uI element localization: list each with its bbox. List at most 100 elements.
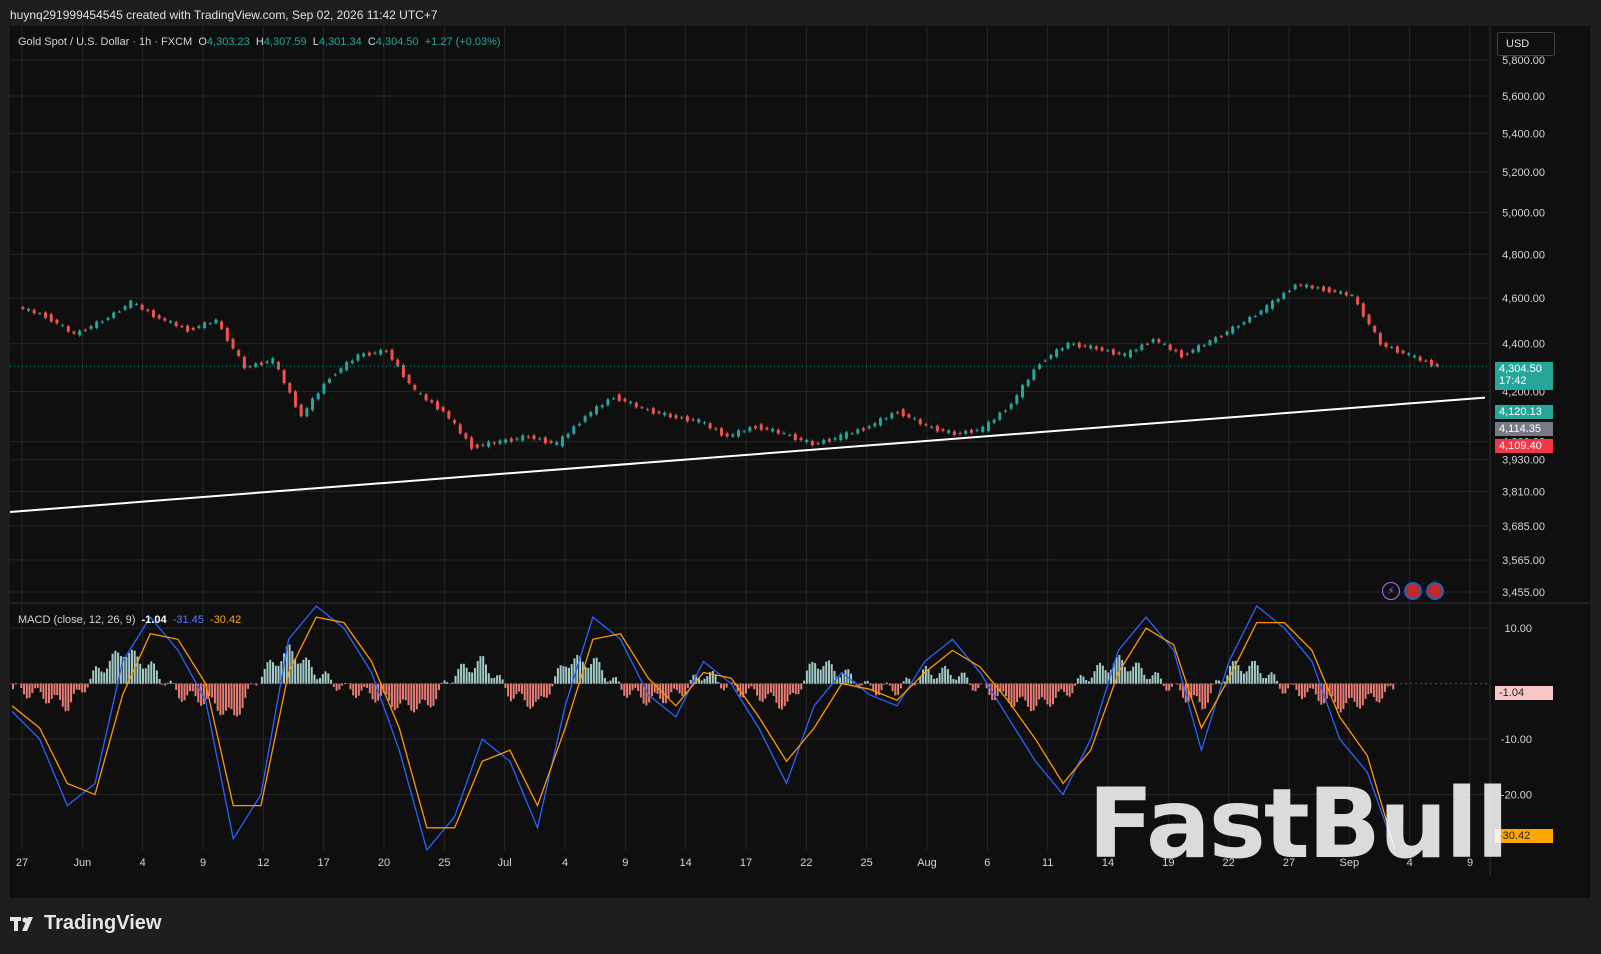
macd-histogram-bar [150,661,153,684]
candle-body [856,429,860,434]
macd-histogram-bar [144,668,147,684]
macd-histogram-bar [761,683,764,702]
macd-histogram-bar [650,683,653,697]
macd-histogram-bar [800,683,803,690]
candle-body [1151,339,1155,343]
macd-histogram-bar [59,683,62,700]
macd-histogram-bar [1345,683,1348,703]
macd-histogram-bar [1209,683,1212,694]
candle-body [918,419,922,425]
macd-histogram-bar [349,683,352,690]
macd-histogram-bar [1170,683,1173,687]
macd-histogram-bar [1168,683,1171,691]
macd-histogram-bar [675,683,678,691]
macd-histogram-bar [194,683,197,697]
candle-body [1361,303,1365,317]
candle-body [1265,305,1269,313]
macd-histogram-bar [388,683,391,701]
macd-histogram-bar [233,683,236,716]
macd-histogram-bar [183,683,186,701]
candle-body [1242,322,1246,325]
macd-histogram-bar [1276,680,1279,684]
macd-histogram-bar [70,683,73,703]
candle-body [629,401,633,404]
macd-histogram-bar [880,683,883,691]
candle-body [328,378,332,383]
candle-body [623,398,627,402]
currency-button[interactable]: USD [1497,32,1555,56]
macd-histogram-bar [338,683,341,690]
macd-tick-label: 10.00 [1504,623,1532,635]
macd-histogram-bar [1101,665,1104,684]
macd-histogram-bar [1317,683,1320,702]
macd-histogram-bar [418,683,421,704]
macd-histogram-bar [266,662,269,684]
candle-body [146,309,150,312]
macd-histogram-bar [299,663,302,684]
macd-histogram-bar [1057,683,1060,692]
macd-histogram-bar [1237,665,1240,684]
macd-histogram-bar [935,678,938,684]
macd-histogram-bar [307,659,310,684]
macd-line-value: -31.45 [172,614,204,626]
macd-histogram-bar [780,683,783,710]
candle-body [924,424,928,426]
macd-histogram-bar [1339,683,1342,713]
candle-body [1384,342,1388,347]
macd-histogram-bar [172,682,175,684]
candle-body [151,310,155,317]
candle-body [1066,342,1070,349]
us-flag-icon[interactable] [1404,582,1422,600]
candle-body [214,319,218,324]
candle-body [55,319,59,324]
macd-histogram-bar [111,653,114,684]
time-tick-label: Jul [498,857,512,869]
candle-body [322,383,326,394]
macd-name[interactable]: MACD (close, 12, 26, 9) [18,614,135,626]
macd-histogram-bar [1151,675,1154,684]
macd-histogram-bar [352,683,355,696]
macd-histogram-bar [1134,662,1137,684]
macd-histogram-bar [313,674,316,684]
candle-body [44,312,48,318]
macd-histogram-bar [667,683,670,699]
macd-histogram-bar [609,680,612,684]
us-flag-icon-2[interactable] [1426,582,1444,600]
macd-histogram-bar [147,664,150,684]
macd-histogram-bar [1093,671,1096,684]
macd-histogram-bar [310,666,313,684]
macd-histogram-bar [1264,677,1267,684]
macd-histogram-bar [435,683,438,700]
symbol-name[interactable]: Gold Spot / U.S. Dollar · 1h · FXCM [18,36,192,48]
macd-histogram-bar [23,683,26,695]
macd-histogram-bar [725,683,728,688]
candle-body [203,322,207,328]
candle-body [606,399,610,406]
candle-body [1412,355,1416,358]
macd-histogram-bar [64,683,67,712]
macd-histogram-bar [1043,683,1046,700]
macd-histogram-bar [327,673,330,684]
macd-histogram-bar [952,678,955,684]
macd-histogram-bar [476,661,479,684]
macd-histogram-bar [1278,683,1281,689]
macd-histogram-bar [764,683,767,699]
macd-histogram-bar [822,666,825,684]
macd-histogram-bar [357,683,360,696]
candle-body [117,311,121,313]
time-tick-label: 4 [140,857,146,869]
low-value: 4,301.34 [318,36,362,48]
macd-histogram-bar [1289,683,1292,685]
macd-histogram-bar [971,683,974,691]
lightning-icon[interactable]: ⚡ [1382,582,1400,600]
candle-body [543,437,547,444]
candle-body [634,402,638,408]
macd-histogram-bar [296,663,299,684]
candle-body [276,362,280,370]
macd-histogram-bar [277,665,280,684]
candle-body [1055,349,1059,357]
tradingview-logo[interactable]: TradingView [10,912,161,935]
candle-body [986,421,990,431]
macd-histogram-bar [305,657,308,684]
candle-body [83,329,87,331]
